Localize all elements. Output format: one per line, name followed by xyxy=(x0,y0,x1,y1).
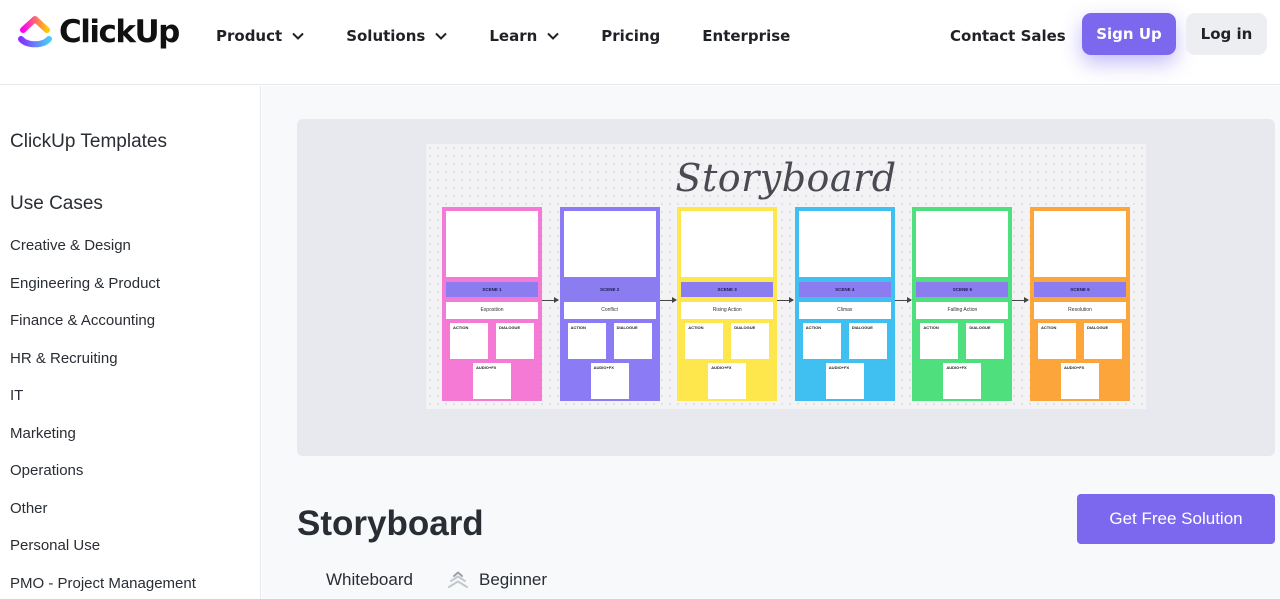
arrow-right-icon xyxy=(659,297,677,303)
scene-note-dialogue: DIALOGUE xyxy=(613,323,652,359)
storyboard-scene: SCENE 5 Falling Action ACTION DIALOGUE AUDIO… xyxy=(912,207,1013,401)
scene-note-action: ACTION xyxy=(685,323,724,359)
arrow-right-icon xyxy=(1012,297,1030,303)
sidebar-item-it[interactable]: IT xyxy=(10,386,196,424)
sidebar-item-other[interactable]: Other xyxy=(10,499,196,537)
scene-frame xyxy=(563,211,656,277)
scene-frame xyxy=(916,211,1009,277)
template-detail: Storyboard SCENE 1 Exposition ACTION DIALOG… xyxy=(262,86,1280,599)
scene-note-audio: AUDIO+FX xyxy=(473,363,511,399)
scene-note-action: ACTION xyxy=(802,323,841,359)
scene-note-dialogue: DIALOGUE xyxy=(966,323,1005,359)
nav-pricing[interactable]: Pricing xyxy=(601,27,660,45)
get-free-solution-button[interactable]: Get Free Solution xyxy=(1077,494,1275,544)
page-title: Storyboard xyxy=(297,504,484,543)
storyboard-preview-image: Storyboard SCENE 1 Exposition ACTION DIALOG… xyxy=(426,144,1146,409)
sidebar-item-engineering-product[interactable]: Engineering & Product xyxy=(10,274,196,312)
template-type-label: Whiteboard xyxy=(326,570,413,589)
sidebar-item-operations[interactable]: Operations xyxy=(10,461,196,499)
arrow-right-icon xyxy=(542,297,559,303)
scene-note-dialogue: DIALOGUE xyxy=(848,323,887,359)
sidebar-item-pmo[interactable]: PMO - Project Management xyxy=(10,574,196,599)
scene-label: SCENE 5 xyxy=(916,282,1009,297)
template-level-label: Beginner xyxy=(479,570,548,589)
nav-learn-label: Learn xyxy=(489,27,538,45)
sidebar-item-marketing[interactable]: Marketing xyxy=(10,424,196,462)
template-preview: Storyboard SCENE 1 Exposition ACTION DIALOG… xyxy=(297,119,1275,456)
storyboard-scene: SCENE 2 Conflict ACTION DIALOGUE AUDIO+FX xyxy=(559,207,660,401)
scene-label: SCENE 6 xyxy=(1034,282,1126,297)
storyboard-scene: SCENE 1 Exposition ACTION DIALOGUE AUDIO+FX xyxy=(442,207,542,401)
nav-product-label: Product xyxy=(216,27,283,45)
scene-label: SCENE 4 xyxy=(798,282,891,297)
scene-note-action: ACTION xyxy=(567,323,606,359)
scene-frame xyxy=(446,211,538,277)
scene-frame xyxy=(1034,211,1126,277)
scene-note-audio: AUDIO+FX xyxy=(943,363,982,399)
scene-description: Exposition xyxy=(446,302,538,319)
chevron-down-icon xyxy=(292,32,304,40)
scene-description: Falling Action xyxy=(916,302,1009,319)
scene-note-audio: AUDIO+FX xyxy=(825,363,864,399)
storyboard-scene: SCENE 4 Climax ACTION DIALOGUE AUDIO+FX xyxy=(794,207,895,401)
nav-enterprise-label: Enterprise xyxy=(702,27,791,45)
beginner-level-icon xyxy=(448,571,468,588)
logo-text: ClickUp xyxy=(59,14,180,50)
sidebar-templates-link[interactable]: ClickUp Templates xyxy=(10,131,167,153)
nav-enterprise[interactable]: Enterprise xyxy=(702,27,790,45)
use-case-list: Creative & Design Engineering & Product … xyxy=(10,236,196,599)
nav-product[interactable]: Product xyxy=(216,27,304,45)
sidebar-item-finance-accounting[interactable]: Finance & Accounting xyxy=(10,311,196,349)
sidebar-item-creative-design[interactable]: Creative & Design xyxy=(10,236,196,274)
nav-solutions-label: Solutions xyxy=(346,27,426,45)
scene-description: Climax xyxy=(798,302,891,319)
scene-note-audio: AUDIO+FX xyxy=(590,363,629,399)
scene-frame xyxy=(681,211,774,277)
nav-solutions[interactable]: Solutions xyxy=(346,27,448,45)
scene-note-action: ACTION xyxy=(450,323,488,359)
nav-learn[interactable]: Learn xyxy=(489,27,559,45)
scene-note-audio: AUDIO+FX xyxy=(1061,363,1099,399)
scene-frame xyxy=(798,211,891,277)
storyboard-scene: SCENE 3 Rising Action ACTION DIALOGUE AUDIO+… xyxy=(677,207,778,401)
scene-note-dialogue: DIALOGUE xyxy=(1084,323,1122,359)
scene-note-dialogue: DIALOGUE xyxy=(496,323,534,359)
template-level: Beginner xyxy=(448,570,547,590)
arrow-right-icon xyxy=(777,297,795,303)
templates-sidebar: ClickUp Templates Use Cases Creative & D… xyxy=(0,86,261,599)
sidebar-use-cases-heading: Use Cases xyxy=(10,193,103,214)
storyboard-scene: SCENE 6 Resolution ACTION DIALOGUE AUDIO+FX xyxy=(1030,207,1130,401)
chevron-down-icon xyxy=(435,32,448,40)
log-in-button[interactable]: Log in xyxy=(1186,13,1267,55)
scene-description: Rising Action xyxy=(681,302,774,319)
main-nav: Product Solutions Learn Pricing Enterpri… xyxy=(216,0,832,72)
site-header: ClickUp Product Solutions Learn Pricing … xyxy=(0,0,1280,85)
sidebar-item-hr-recruiting[interactable]: HR & Recruiting xyxy=(10,349,196,387)
scene-description: Conflict xyxy=(563,302,656,319)
template-type: Whiteboard xyxy=(326,570,413,590)
scene-note-dialogue: DIALOGUE xyxy=(731,323,770,359)
contact-sales-link[interactable]: Contact Sales xyxy=(950,27,1066,45)
scene-note-action: ACTION xyxy=(920,323,959,359)
nav-pricing-label: Pricing xyxy=(601,27,661,45)
arrow-right-icon xyxy=(894,297,912,303)
sign-up-button[interactable]: Sign Up xyxy=(1082,13,1176,55)
scene-note-action: ACTION xyxy=(1038,323,1076,359)
scene-note-audio: AUDIO+FX xyxy=(708,363,747,399)
scene-description: Resolution xyxy=(1034,302,1126,319)
storyboard-title: Storyboard xyxy=(675,156,897,200)
chevron-down-icon xyxy=(547,32,559,40)
clickup-logo[interactable]: ClickUp xyxy=(17,12,180,52)
scene-label: SCENE 3 xyxy=(681,282,774,297)
sidebar-item-personal-use[interactable]: Personal Use xyxy=(10,536,196,574)
clickup-logo-icon xyxy=(18,16,52,48)
scene-label: SCENE 1 xyxy=(446,282,538,297)
scene-label: SCENE 2 xyxy=(563,282,656,297)
